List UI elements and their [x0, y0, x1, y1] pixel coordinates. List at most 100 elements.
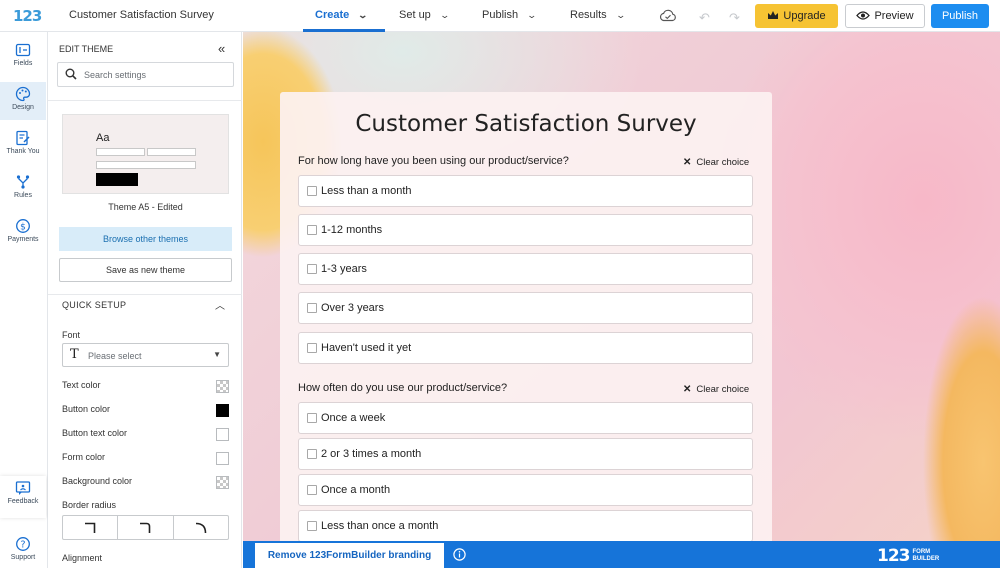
font-select[interactable]: T Please select ▼	[62, 343, 229, 367]
checkbox[interactable]	[307, 264, 317, 274]
option-once-a-month[interactable]: Once a month	[298, 474, 753, 506]
chevron-up-icon[interactable]: ︿	[215, 297, 225, 312]
checkbox[interactable]	[307, 485, 317, 495]
browse-themes-button[interactable]: Browse other themes	[59, 227, 232, 251]
font-icon: T	[70, 347, 79, 362]
collapse-panel-icon[interactable]: «	[218, 41, 225, 56]
button-color-swatch[interactable]	[216, 404, 229, 417]
payments-icon: $	[16, 219, 30, 233]
tab-setup[interactable]: Set up ⌄	[399, 0, 450, 32]
eye-icon	[856, 11, 871, 20]
clear-choice-button[interactable]: ✕ Clear choice	[683, 384, 749, 395]
option-2-or-3-times-a-month[interactable]: 2 or 3 times a month	[298, 438, 753, 470]
checkbox[interactable]	[307, 449, 317, 459]
branding-bar: Remove 123FormBuilder branding 123 FORM BU…	[243, 541, 1000, 568]
background-color-swatch[interactable]	[216, 476, 229, 489]
tab-publish[interactable]: Publish ⌄	[482, 0, 537, 32]
tab-create[interactable]: Create ⌄	[303, 0, 385, 32]
checkbox[interactable]	[307, 303, 317, 313]
publish-button[interactable]: Publish	[931, 4, 989, 28]
rail-item-feedback[interactable]: Feedback	[0, 476, 46, 518]
top-bar: 123 Customer Satisfaction Survey Create ⌄…	[0, 0, 1000, 32]
form-title[interactable]: Customer Satisfaction Survey	[69, 9, 214, 21]
radius-none-option[interactable]	[63, 516, 119, 539]
checkbox[interactable]	[307, 413, 317, 423]
upgrade-button[interactable]: Upgrade	[755, 4, 838, 28]
font-label: Font	[62, 330, 81, 340]
clear-choice-button[interactable]: ✕ Clear choice	[683, 157, 749, 168]
option-label: 1-12 months	[321, 224, 383, 236]
theme-preview-button	[96, 173, 138, 186]
undo-icon[interactable]: ↶	[699, 10, 710, 26]
text-color-swatch[interactable]	[216, 380, 229, 393]
button-text-color-row[interactable]: Button text color	[62, 428, 229, 442]
checkbox[interactable]	[307, 225, 317, 235]
form-heading[interactable]: Customer Satisfaction Survey	[280, 111, 772, 137]
theme-preview-card[interactable]: Aa	[62, 114, 229, 194]
border-radius-options	[62, 515, 229, 540]
tab-results[interactable]: Results ⌄	[570, 0, 626, 32]
option-1-12-months[interactable]: 1-12 months	[298, 214, 753, 246]
help-icon: ?	[16, 537, 30, 551]
search-placeholder: Search settings	[84, 70, 147, 80]
upgrade-label: Upgrade	[783, 10, 826, 22]
app-logo[interactable]: 123	[13, 7, 42, 25]
checkbox[interactable]	[307, 521, 317, 531]
option-label: Once a month	[321, 484, 391, 496]
question-1-title[interactable]: For how long have you been using our pro…	[298, 155, 569, 167]
checkbox[interactable]	[307, 343, 317, 353]
button-text-color-swatch[interactable]	[216, 428, 229, 441]
alignment-label: Alignment	[62, 553, 103, 563]
form-color-swatch[interactable]	[216, 452, 229, 465]
theme-preview-field	[96, 161, 196, 169]
redo-icon[interactable]: ↷	[729, 10, 740, 26]
remove-branding-button[interactable]: Remove 123FormBuilder branding	[255, 543, 444, 568]
option-less-than-a-month[interactable]: Less than a month	[298, 175, 753, 207]
clear-choice-label: Clear choice	[696, 157, 750, 168]
option-once-a-week[interactable]: Once a week	[298, 402, 753, 434]
form-card: Customer Satisfaction Survey For how lon…	[280, 92, 772, 541]
radius-large-option[interactable]	[174, 516, 228, 539]
preview-button[interactable]: Preview	[845, 4, 925, 28]
rail-item-fields[interactable]: Fields	[0, 38, 46, 76]
form-color-row[interactable]: Form color	[62, 452, 229, 466]
question-2-title[interactable]: How often do you use our product/service…	[298, 382, 507, 394]
option-label: 2 or 3 times a month	[321, 448, 422, 460]
border-radius-label: Border radius	[62, 500, 117, 510]
crown-icon	[768, 11, 779, 19]
rail-item-design[interactable]: Design	[0, 82, 46, 120]
cloud-saved-icon[interactable]	[659, 8, 677, 22]
rail-design-label: Design	[12, 104, 34, 111]
tab-setup-label: Set up	[399, 9, 431, 21]
palette-icon	[15, 86, 31, 102]
rules-icon	[16, 175, 30, 189]
rail-item-rules[interactable]: Rules	[0, 170, 46, 208]
background-color-row[interactable]: Background color	[62, 476, 229, 490]
rail-support-label: Support	[10, 554, 36, 561]
divider	[48, 294, 242, 295]
rail-item-support[interactable]: ? Support	[0, 532, 46, 568]
button-color-row[interactable]: Button color	[62, 404, 229, 418]
search-settings-input[interactable]: Search settings	[57, 62, 234, 87]
info-icon[interactable]	[453, 548, 466, 561]
radius-small-option[interactable]	[118, 516, 174, 539]
checkbox[interactable]	[307, 186, 317, 196]
divider	[48, 100, 242, 101]
chevron-down-icon: ⌄	[615, 10, 626, 20]
option-less-than-once-a-month[interactable]: Less than once a month	[298, 510, 753, 541]
option-havent-used-it-yet[interactable]: Haven't used it yet	[298, 332, 753, 364]
formbuilder-logo[interactable]: 123 FORM BUILDER	[877, 546, 939, 566]
fields-icon	[15, 43, 31, 57]
option-label: Haven't used it yet	[321, 342, 412, 354]
tab-results-label: Results	[570, 9, 607, 21]
rail-item-payments[interactable]: $ Payments	[0, 214, 46, 252]
save-as-new-theme-button[interactable]: Save as new theme	[59, 258, 232, 282]
thank-you-icon	[16, 130, 30, 146]
text-color-row[interactable]: Text color	[62, 380, 229, 394]
option-1-3-years[interactable]: 1-3 years	[298, 253, 753, 285]
rail-item-thank-you[interactable]: Thank You	[0, 126, 46, 164]
theme-preview-text: Aa	[96, 132, 110, 144]
quick-setup-title[interactable]: QUICK SETUP	[62, 300, 126, 310]
option-over-3-years[interactable]: Over 3 years	[298, 292, 753, 324]
svg-text:$: $	[20, 222, 26, 232]
